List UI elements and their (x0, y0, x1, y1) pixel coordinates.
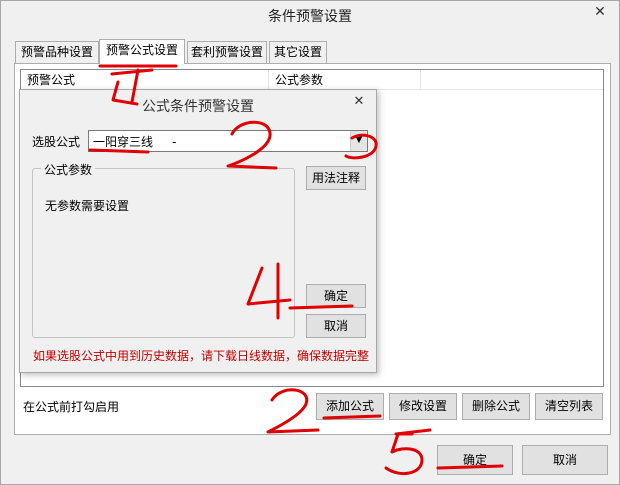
no-params-text: 无参数需要设置 (45, 199, 130, 213)
modify-settings-button[interactable]: 修改设置 (389, 393, 457, 420)
list-header: 预警公式 公式参数 (21, 70, 603, 90)
formula-params-group: 公式参数 无参数需要设置 (32, 161, 295, 338)
title-bar: 条件预警设置 ✕ (1, 1, 619, 31)
enable-hint: 在公式前打勾启用 (23, 400, 120, 414)
usage-notes-button[interactable]: 用法注释 (306, 166, 366, 190)
dialog-cancel-button[interactable]: 取消 (306, 314, 366, 338)
column-header-params[interactable]: 公式参数 (269, 70, 421, 90)
dialog-ok-button[interactable]: 确定 (306, 284, 366, 308)
chevron-down-icon[interactable]: ▼ (350, 131, 367, 151)
add-formula-button[interactable]: 添加公式 (316, 393, 384, 420)
dialog-title: 公式条件预警设置 (142, 99, 254, 115)
clear-list-button[interactable]: 清空列表 (535, 393, 603, 420)
main-window: 条件预警设置 ✕ 预警品种设置 预警公式设置 套利预警设置 其它设置 预警公式 … (0, 0, 620, 485)
close-icon[interactable]: ✕ (583, 1, 617, 23)
formula-label: 选股公式 (32, 135, 81, 149)
cancel-button[interactable]: 取消 (522, 445, 608, 475)
formula-select[interactable]: 一阳穿三线 - ▼ (88, 130, 368, 152)
formula-select-value: 一阳穿三线 - (93, 135, 177, 149)
tab-arbitrage-settings[interactable]: 套利预警设置 (187, 41, 267, 63)
params-group-title: 公式参数 (41, 161, 96, 178)
tab-formula-settings[interactable]: 预警公式设置 (99, 39, 185, 64)
delete-formula-button[interactable]: 删除公式 (462, 393, 530, 420)
column-header-formula[interactable]: 预警公式 (21, 70, 269, 90)
dialog-close-icon[interactable]: ✕ (346, 93, 372, 111)
tab-other-settings[interactable]: 其它设置 (269, 41, 327, 63)
ok-button[interactable]: 确定 (437, 445, 513, 475)
tab-variety-settings[interactable]: 预警品种设置 (15, 41, 99, 63)
window-title: 条件预警设置 (268, 9, 352, 25)
history-data-warning: 如果选股公式中用到历史数据，请下载日线数据，确保数据完整 (33, 349, 370, 363)
formula-condition-dialog: 公式条件预警设置 ✕ 选股公式 一阳穿三线 - ▼ 用法注释 公式参数 无参数需… (19, 89, 377, 373)
